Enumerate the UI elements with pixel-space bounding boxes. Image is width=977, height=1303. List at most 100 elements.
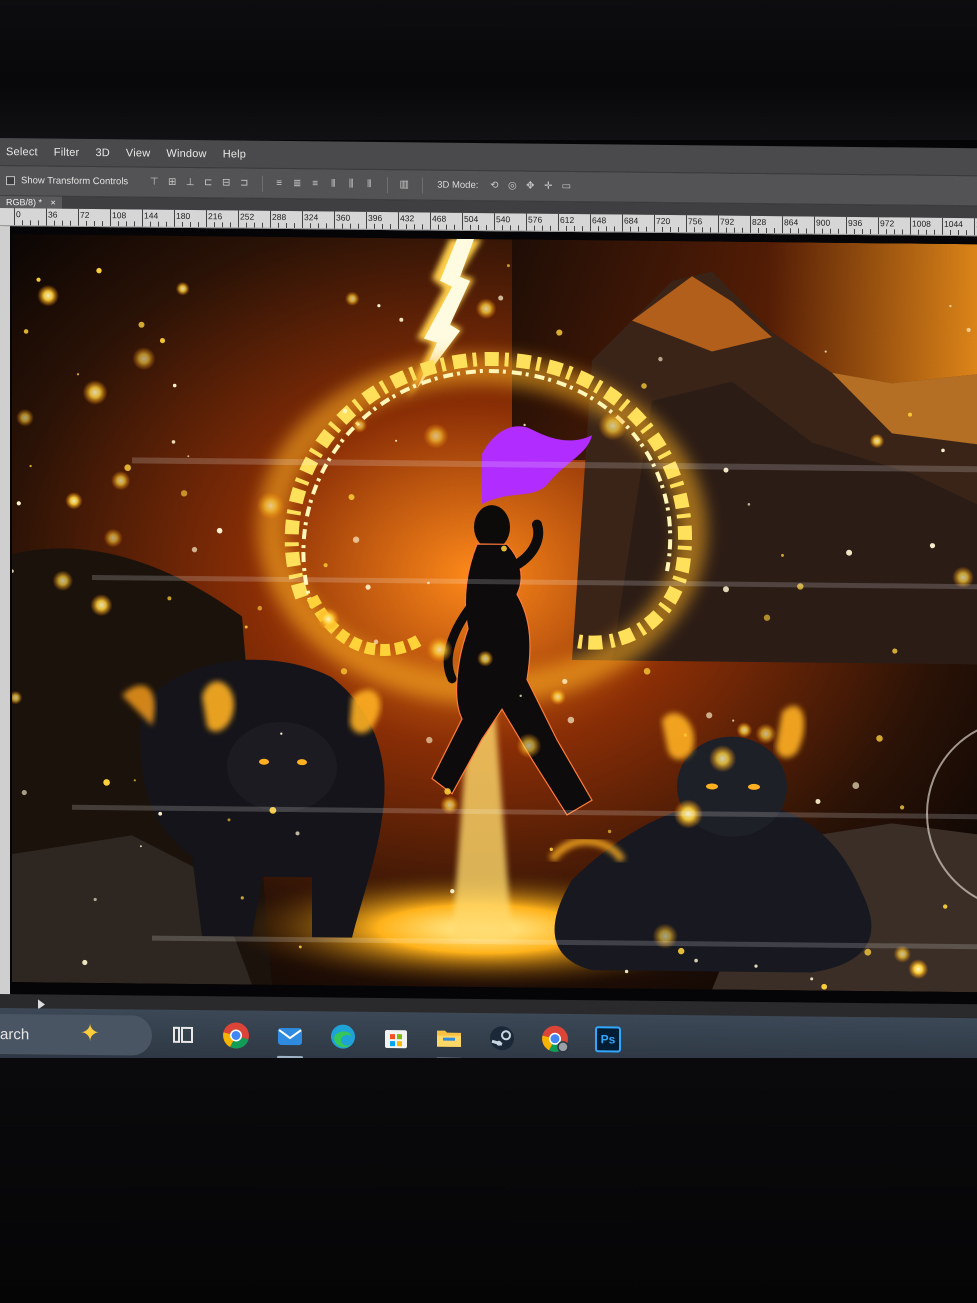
ruler-major-tick: [590, 213, 591, 232]
photoshop-window: Select Filter 3D View Window Help Show T…: [0, 138, 977, 1071]
ruler-major-tick: [910, 216, 911, 235]
edge-icon[interactable]: [326, 1019, 360, 1053]
ruler-minor-tick: [22, 220, 23, 226]
distribute-vcenter-icon[interactable]: ≣: [289, 178, 305, 189]
ruler-minor-tick: [646, 226, 647, 232]
close-icon[interactable]: ×: [51, 198, 56, 208]
file-explorer-icon[interactable]: [432, 1021, 466, 1061]
ruler-minor-tick: [438, 224, 439, 230]
ruler-minor-tick: [862, 229, 863, 235]
distribute-bottom-icon[interactable]: ≡: [307, 178, 323, 189]
ruler-minor-tick: [182, 221, 183, 227]
ruler-minor-tick: [318, 223, 319, 229]
ruler-major-tick: [206, 209, 207, 228]
ruler-major-tick: [302, 210, 303, 229]
ruler-major-tick: [974, 217, 975, 236]
distribute-left-icon[interactable]: ⫴: [325, 178, 341, 189]
ruler-tick-label: 540: [496, 214, 511, 225]
align-left-icon[interactable]: ⊏: [200, 177, 216, 188]
align-right-icon[interactable]: ⊐: [236, 177, 252, 189]
distribute-top-icon[interactable]: ≡: [271, 178, 287, 189]
ruler-minor-tick: [38, 220, 39, 226]
ruler-minor-tick: [678, 227, 679, 233]
ruler-minor-tick: [830, 228, 831, 234]
3d-orbit-icon[interactable]: ⟲: [486, 180, 502, 191]
ruler-minor-tick: [950, 229, 951, 235]
3d-roll-icon[interactable]: ◎: [504, 180, 520, 191]
ruler-minor-tick: [374, 223, 375, 229]
ruler-minor-tick: [614, 226, 615, 232]
ruler-minor-tick: [694, 227, 695, 233]
ruler-minor-tick: [278, 222, 279, 228]
photo-of-monitor: Select Filter 3D View Window Help Show T…: [0, 0, 977, 1303]
document-tab-label: RGB/8) *: [6, 197, 43, 208]
chrome-profile-icon[interactable]: [538, 1022, 572, 1062]
ruler-minor-tick: [30, 220, 31, 226]
ruler-tick-label: 180: [176, 210, 191, 221]
steam-icon[interactable]: [485, 1021, 519, 1055]
menu-view[interactable]: View: [126, 147, 150, 159]
ruler-minor-tick: [902, 229, 903, 235]
ruler-major-tick: [238, 209, 239, 228]
ruler-major-tick: [846, 215, 847, 234]
menu-help[interactable]: Help: [223, 148, 246, 160]
chrome-icon[interactable]: [219, 1018, 253, 1052]
ruler-major-tick: [814, 215, 815, 234]
menu-select[interactable]: Select: [6, 146, 38, 158]
3d-camera-icon[interactable]: ▭: [558, 181, 574, 192]
ruler-minor-tick: [766, 228, 767, 234]
show-transform-label: Show Transform Controls: [21, 175, 129, 188]
microsoft-store-icon[interactable]: [379, 1020, 413, 1054]
document-tab[interactable]: RGB/8) * ×: [0, 196, 62, 209]
ruler-tick-label: 792: [720, 216, 735, 227]
ruler-minor-tick: [326, 223, 327, 229]
ruler-minor-tick: [230, 222, 231, 228]
ruler-minor-tick: [742, 227, 743, 233]
ruler-minor-tick: [798, 228, 799, 234]
ruler-tick-label: 720: [656, 215, 671, 227]
monitor-bezel-bottom: [0, 1058, 977, 1303]
ruler-minor-tick: [574, 226, 575, 232]
ruler-minor-tick: [518, 225, 519, 231]
ruler-minor-tick: [382, 224, 383, 230]
distribute-right-icon[interactable]: ⫴: [361, 179, 377, 190]
ruler-minor-tick: [62, 220, 63, 226]
menu-filter[interactable]: Filter: [54, 146, 80, 158]
3d-pan-icon[interactable]: ✥: [522, 180, 538, 192]
ruler-tick-label: 468: [432, 213, 447, 224]
align-top-icon[interactable]: ⊤: [146, 177, 162, 188]
align-vcenter-icon[interactable]: ⊞: [164, 177, 180, 188]
ruler-minor-tick: [102, 221, 103, 227]
ruler-minor-tick: [414, 224, 415, 230]
taskbar-search[interactable]: arch ✦: [0, 1014, 152, 1056]
vertical-ruler[interactable]: [0, 226, 10, 997]
mail-icon[interactable]: [273, 1019, 307, 1060]
align-bottom-icon[interactable]: ⊥: [182, 177, 198, 188]
ruler-major-tick: [942, 216, 943, 235]
ruler-minor-tick: [822, 228, 823, 234]
ruler-major-tick: [78, 208, 79, 226]
ruler-minor-tick: [806, 228, 807, 234]
photoshop-icon[interactable]: Ps: [591, 1022, 625, 1063]
separator: [262, 175, 264, 192]
document-canvas[interactable]: [12, 234, 977, 993]
ruler-tick-label: 36: [48, 209, 58, 220]
3d-slide-icon[interactable]: ✛: [540, 181, 556, 192]
ruler-major-tick: [430, 211, 431, 230]
ruler-minor-tick: [734, 227, 735, 233]
show-transform-checkbox[interactable]: [6, 176, 15, 186]
auto-align-icon[interactable]: ▥: [396, 179, 412, 190]
ruler-minor-tick: [358, 223, 359, 229]
menu-window[interactable]: Window: [166, 147, 206, 159]
align-hcenter-icon[interactable]: ⊟: [218, 177, 234, 188]
copilot-sparkle-icon[interactable]: ✦: [80, 1019, 100, 1048]
ruler-minor-tick: [918, 229, 919, 235]
task-view-icon[interactable]: [166, 1018, 200, 1052]
ruler-minor-tick: [510, 225, 511, 231]
search-text: arch: [0, 1026, 30, 1044]
distribute-hcenter-icon[interactable]: ⫼: [343, 179, 359, 190]
menu-3d[interactable]: 3D: [95, 146, 109, 158]
ruler-major-tick: [270, 209, 271, 228]
ruler-major-tick: [110, 208, 111, 227]
ruler-minor-tick: [790, 228, 791, 234]
